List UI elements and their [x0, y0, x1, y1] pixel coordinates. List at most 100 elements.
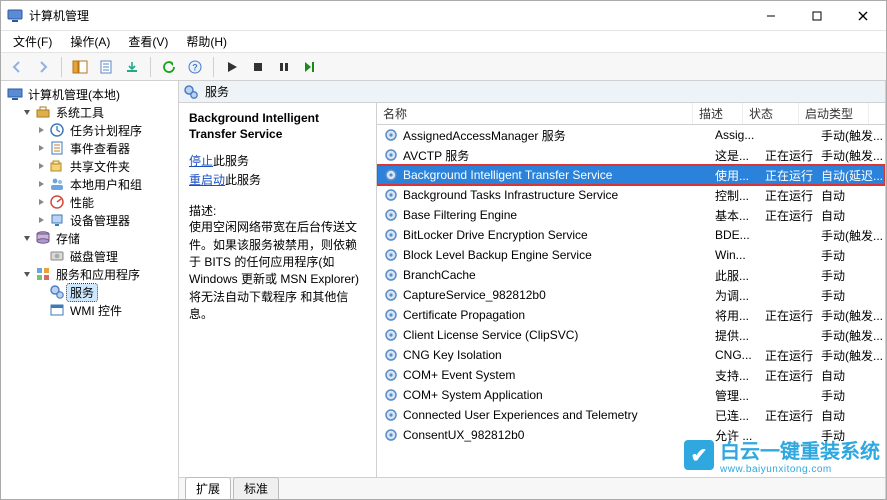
export-button[interactable]: [120, 55, 144, 79]
tree-item-icon: [49, 158, 65, 174]
service-startup: 手动(触发...: [815, 225, 885, 245]
service-gear-icon: [383, 347, 399, 363]
pane-header: 服务: [179, 81, 885, 103]
restart-suffix: 此服务: [225, 173, 261, 187]
service-startup: 自动(延迟...: [815, 165, 885, 185]
toolbar-separator: [213, 57, 214, 77]
caret-right-icon[interactable]: [35, 178, 47, 190]
service-row[interactable]: Certificate Propagation将用...正在运行手动(触发...: [377, 305, 885, 325]
maximize-button[interactable]: [794, 1, 840, 31]
stop-service-button[interactable]: [246, 55, 270, 79]
service-desc: 基本...: [709, 205, 759, 225]
app-monitor-icon: [7, 8, 23, 24]
tree-group[interactable]: 存储: [21, 229, 176, 247]
tree-item[interactable]: 设备管理器: [35, 211, 176, 229]
service-gear-icon: [383, 367, 399, 383]
tree-item[interactable]: 本地用户和组: [35, 175, 176, 193]
tree-item-label: 服务: [67, 284, 97, 301]
service-row[interactable]: COM+ System Application管理...手动: [377, 385, 885, 405]
service-desc: 提供...: [709, 325, 759, 345]
menu-view[interactable]: 查看(V): [122, 31, 174, 52]
caret-right-icon[interactable]: [35, 142, 47, 154]
stop-suffix: 此服务: [213, 154, 249, 168]
tree-item[interactable]: WMI 控件: [35, 301, 176, 319]
service-startup: 自动: [815, 185, 885, 205]
service-desc: Win...: [709, 245, 759, 265]
menu-action[interactable]: 操作(A): [64, 31, 116, 52]
pause-service-button[interactable]: [272, 55, 296, 79]
service-startup: 手动(触发...: [815, 125, 885, 145]
service-row[interactable]: AssignedAccessManager 服务Assig...手动(触发...: [377, 125, 885, 145]
tree-item-label: 任务计划程序: [67, 122, 145, 139]
tab-standard[interactable]: 标准: [233, 477, 279, 499]
service-startup: 自动: [815, 405, 885, 425]
tree-item[interactable]: 服务: [35, 283, 176, 301]
caret-right-icon[interactable]: [35, 214, 47, 226]
tree-item[interactable]: 任务计划程序: [35, 121, 176, 139]
service-row[interactable]: BitLocker Drive Encryption ServiceBDE...…: [377, 225, 885, 245]
service-name: Background Tasks Infrastructure Service: [403, 188, 618, 202]
menu-help[interactable]: 帮助(H): [180, 31, 233, 52]
caret-down-icon[interactable]: [21, 268, 33, 280]
service-name: COM+ Event System: [403, 368, 515, 382]
caret-down-icon[interactable]: [21, 232, 33, 244]
desc-label: 描述:: [189, 202, 366, 219]
service-row[interactable]: Background Tasks Infrastructure Service控…: [377, 185, 885, 205]
close-button[interactable]: [840, 1, 886, 31]
restart-service-link[interactable]: 重启动: [189, 173, 225, 187]
caret-right-icon[interactable]: [35, 196, 47, 208]
col-status[interactable]: 状态: [743, 103, 799, 124]
service-desc: 管理...: [709, 385, 759, 405]
detail-tabs: 扩展 标准: [179, 477, 885, 499]
refresh-button[interactable]: [157, 55, 181, 79]
minimize-button[interactable]: [748, 1, 794, 31]
service-row[interactable]: AVCTP 服务这是...正在运行手动(触发...: [377, 145, 885, 165]
service-row[interactable]: Client License Service (ClipSVC)提供...手动(…: [377, 325, 885, 345]
service-row[interactable]: Connected User Experiences and Telemetry…: [377, 405, 885, 425]
tree-root[interactable]: 计算机管理(本地): [7, 85, 176, 103]
tree-group[interactable]: 系统工具: [21, 103, 176, 121]
service-startup: 自动: [815, 365, 885, 385]
tree-item[interactable]: 磁盘管理: [35, 247, 176, 265]
service-status: [759, 265, 815, 285]
nav-back-button[interactable]: [5, 55, 29, 79]
console-tree[interactable]: 计算机管理(本地) 系统工具任务计划程序事件查看器共享文件夹本地用户和组性能设备…: [1, 81, 179, 499]
service-row[interactable]: Background Intelligent Transfer Service使…: [377, 165, 885, 185]
menu-file[interactable]: 文件(F): [7, 31, 58, 52]
service-startup: 手动(触发...: [815, 325, 885, 345]
pane-header-title: 服务: [205, 83, 229, 100]
service-startup: 手动: [815, 385, 885, 405]
service-status: [759, 425, 815, 445]
service-row[interactable]: Base Filtering Engine基本...正在运行自动: [377, 205, 885, 225]
service-desc: 支持...: [709, 365, 759, 385]
service-status: 正在运行: [759, 305, 815, 325]
col-startup[interactable]: 启动类型: [799, 103, 869, 124]
service-row[interactable]: ConsentUX_982812b0允许 ...手动: [377, 425, 885, 445]
tree-item[interactable]: 共享文件夹: [35, 157, 176, 175]
properties-button[interactable]: [94, 55, 118, 79]
service-row[interactable]: Block Level Backup Engine ServiceWin...手…: [377, 245, 885, 265]
content-area: 计算机管理(本地) 系统工具任务计划程序事件查看器共享文件夹本地用户和组性能设备…: [1, 81, 886, 499]
tree-item[interactable]: 事件查看器: [35, 139, 176, 157]
tree-item[interactable]: 性能: [35, 193, 176, 211]
col-desc[interactable]: 描述: [693, 103, 743, 124]
tab-extended[interactable]: 扩展: [185, 477, 231, 499]
show-hide-tree-button[interactable]: [68, 55, 92, 79]
col-name[interactable]: 名称: [377, 103, 693, 124]
caret-right-icon[interactable]: [35, 160, 47, 172]
restart-service-button[interactable]: [298, 55, 322, 79]
stop-service-link[interactable]: 停止: [189, 154, 213, 168]
caret-down-icon[interactable]: [21, 106, 33, 118]
tree-group[interactable]: 服务和应用程序: [21, 265, 176, 283]
service-list[interactable]: AssignedAccessManager 服务Assig...手动(触发...…: [377, 125, 885, 477]
caret-right-icon[interactable]: [35, 124, 47, 136]
service-row[interactable]: CNG Key IsolationCNG...正在运行手动(触发...: [377, 345, 885, 365]
service-name: AssignedAccessManager 服务: [403, 127, 566, 144]
help-button[interactable]: ?: [183, 55, 207, 79]
service-row[interactable]: CaptureService_982812b0为调...手动: [377, 285, 885, 305]
nav-forward-button[interactable]: [31, 55, 55, 79]
service-row[interactable]: COM+ Event System支持...正在运行自动: [377, 365, 885, 385]
service-row[interactable]: BranchCache此服...手动: [377, 265, 885, 285]
tree-item-icon: [49, 176, 65, 192]
start-service-button[interactable]: [220, 55, 244, 79]
